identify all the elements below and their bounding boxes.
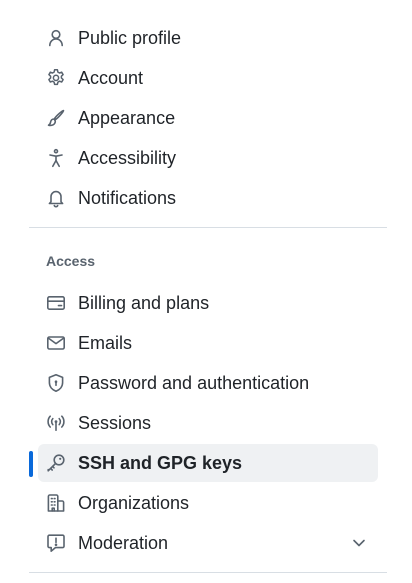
bell-icon <box>46 188 66 208</box>
access-section-heading: Access <box>46 253 96 269</box>
nav-item-billing-and-plans[interactable]: Billing and plans <box>38 284 378 322</box>
nav-item-label: Account <box>78 68 144 88</box>
nav-item-label: Password and authentication <box>78 373 310 393</box>
nav-item-label: Sessions <box>78 413 152 433</box>
broadcast-icon <box>46 413 66 433</box>
nav-item-label: Billing and plans <box>78 293 210 313</box>
settings-sidebar-nav: Public profile Account Appearance Access… <box>0 0 412 583</box>
mail-icon <box>46 333 66 353</box>
key-icon <box>46 453 66 473</box>
nav-item-password-and-authentication[interactable]: Password and authentication <box>38 364 378 402</box>
nav-item-sessions[interactable]: Sessions <box>38 404 378 442</box>
report-icon <box>46 533 66 553</box>
person-icon <box>46 28 66 48</box>
chevron-down-icon[interactable] <box>350 534 368 552</box>
nav-item-label: Notifications <box>78 188 177 208</box>
nav-item-label: SSH and GPG keys <box>78 453 243 473</box>
nav-item-label: Organizations <box>78 493 190 513</box>
section-divider <box>29 227 387 228</box>
gear-icon <box>46 68 66 88</box>
accessibility-icon <box>46 148 66 168</box>
nav-item-public-profile[interactable]: Public profile <box>38 19 378 57</box>
nav-item-label: Emails <box>78 333 133 353</box>
organization-icon <box>46 493 66 513</box>
nav-item-label: Appearance <box>78 108 176 128</box>
nav-item-label: Public profile <box>78 28 182 48</box>
selected-item-indicator <box>29 451 33 477</box>
paintbrush-icon <box>46 108 66 128</box>
section-divider-bottom <box>29 572 387 573</box>
shield-lock-icon <box>46 373 66 393</box>
nav-item-organizations[interactable]: Organizations <box>38 484 378 522</box>
nav-item-notifications[interactable]: Notifications <box>38 179 378 217</box>
nav-item-label: Moderation <box>78 533 169 553</box>
nav-item-ssh-and-gpg-keys[interactable]: SSH and GPG keys <box>38 444 378 482</box>
nav-item-moderation[interactable]: Moderation <box>38 524 378 562</box>
nav-item-account[interactable]: Account <box>38 59 378 97</box>
nav-item-label: Accessibility <box>78 148 177 168</box>
credit-card-icon <box>46 293 66 313</box>
nav-item-emails[interactable]: Emails <box>38 324 378 362</box>
nav-item-appearance[interactable]: Appearance <box>38 99 378 137</box>
nav-item-accessibility[interactable]: Accessibility <box>38 139 378 177</box>
